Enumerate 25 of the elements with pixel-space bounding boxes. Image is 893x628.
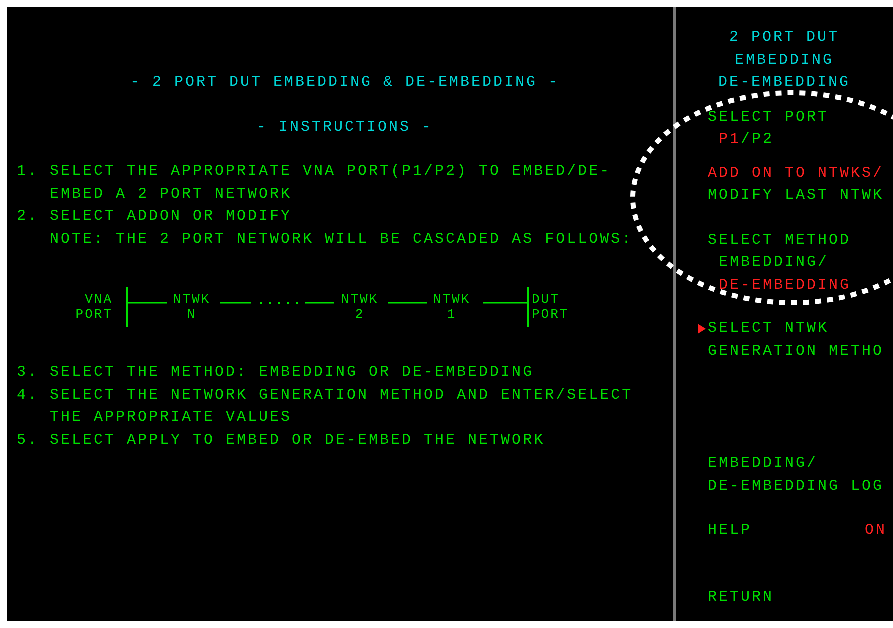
- instruction-text: SELECT THE APPROPRIATE VNA PORT(P1/P2) TO EMBED/DE- EMBED A 2 PORT NETWORK: [50, 162, 612, 204]
- network-label: NTWK 2: [340, 292, 380, 322]
- section-heading: - INSTRUCTIONS -: [256, 118, 434, 138]
- softkey[interactable]: EMBEDDING/ DE-EMBEDDING LOG: [708, 453, 884, 498]
- screen-title: - 2 PORT DUT EMBEDDING & DE-EMBEDDING -: [129, 73, 561, 93]
- softkey[interactable]: RETURN: [708, 586, 774, 609]
- softkey[interactable]: SELECT METHOD EMBEDDING/ DE-EMBEDDING: [708, 230, 852, 297]
- list-number: 1.: [17, 162, 40, 182]
- network-label: NTWK 1: [432, 292, 472, 322]
- softkey[interactable]: HELP ON: [708, 520, 887, 542]
- list-number: 5.: [17, 430, 40, 450]
- port-label: DUT PORT: [532, 292, 570, 322]
- instruction-text: SELECT THE METHOD: EMBEDDING OR DE-EMBEDDING: [50, 363, 534, 383]
- softkey[interactable]: SELECT NTWK GENERATION METHO: [708, 318, 884, 363]
- port-label: VNA PORT: [76, 292, 113, 322]
- list-number: 4.: [17, 386, 40, 406]
- menu-title: 2 PORT DUT EMBEDDING DE-EMBEDDING: [717, 28, 852, 93]
- instruction-text: SELECT ADDON OR MODIFY NOTE: THE 2 PORT NETWORK WILL BE CASCADED AS FOLLOWS:: [50, 207, 634, 250]
- list-number: 2.: [17, 207, 40, 227]
- instruction-text: SELECT THE NETWORK GENERATION METHOD AND ENTER/SELECT THE APPROPRIATE VALUES: [50, 386, 634, 428]
- network-label: NTWK N: [172, 292, 212, 322]
- softkey[interactable]: SELECT PORT P1/P2: [708, 106, 830, 152]
- softkey[interactable]: ADD ON TO NTWKS/ MODIFY LAST NTWK: [708, 162, 884, 208]
- list-number: 3.: [17, 363, 40, 383]
- instruction-text: SELECT APPLY TO EMBED OR DE-EMBED THE NETWORK: [50, 430, 546, 450]
